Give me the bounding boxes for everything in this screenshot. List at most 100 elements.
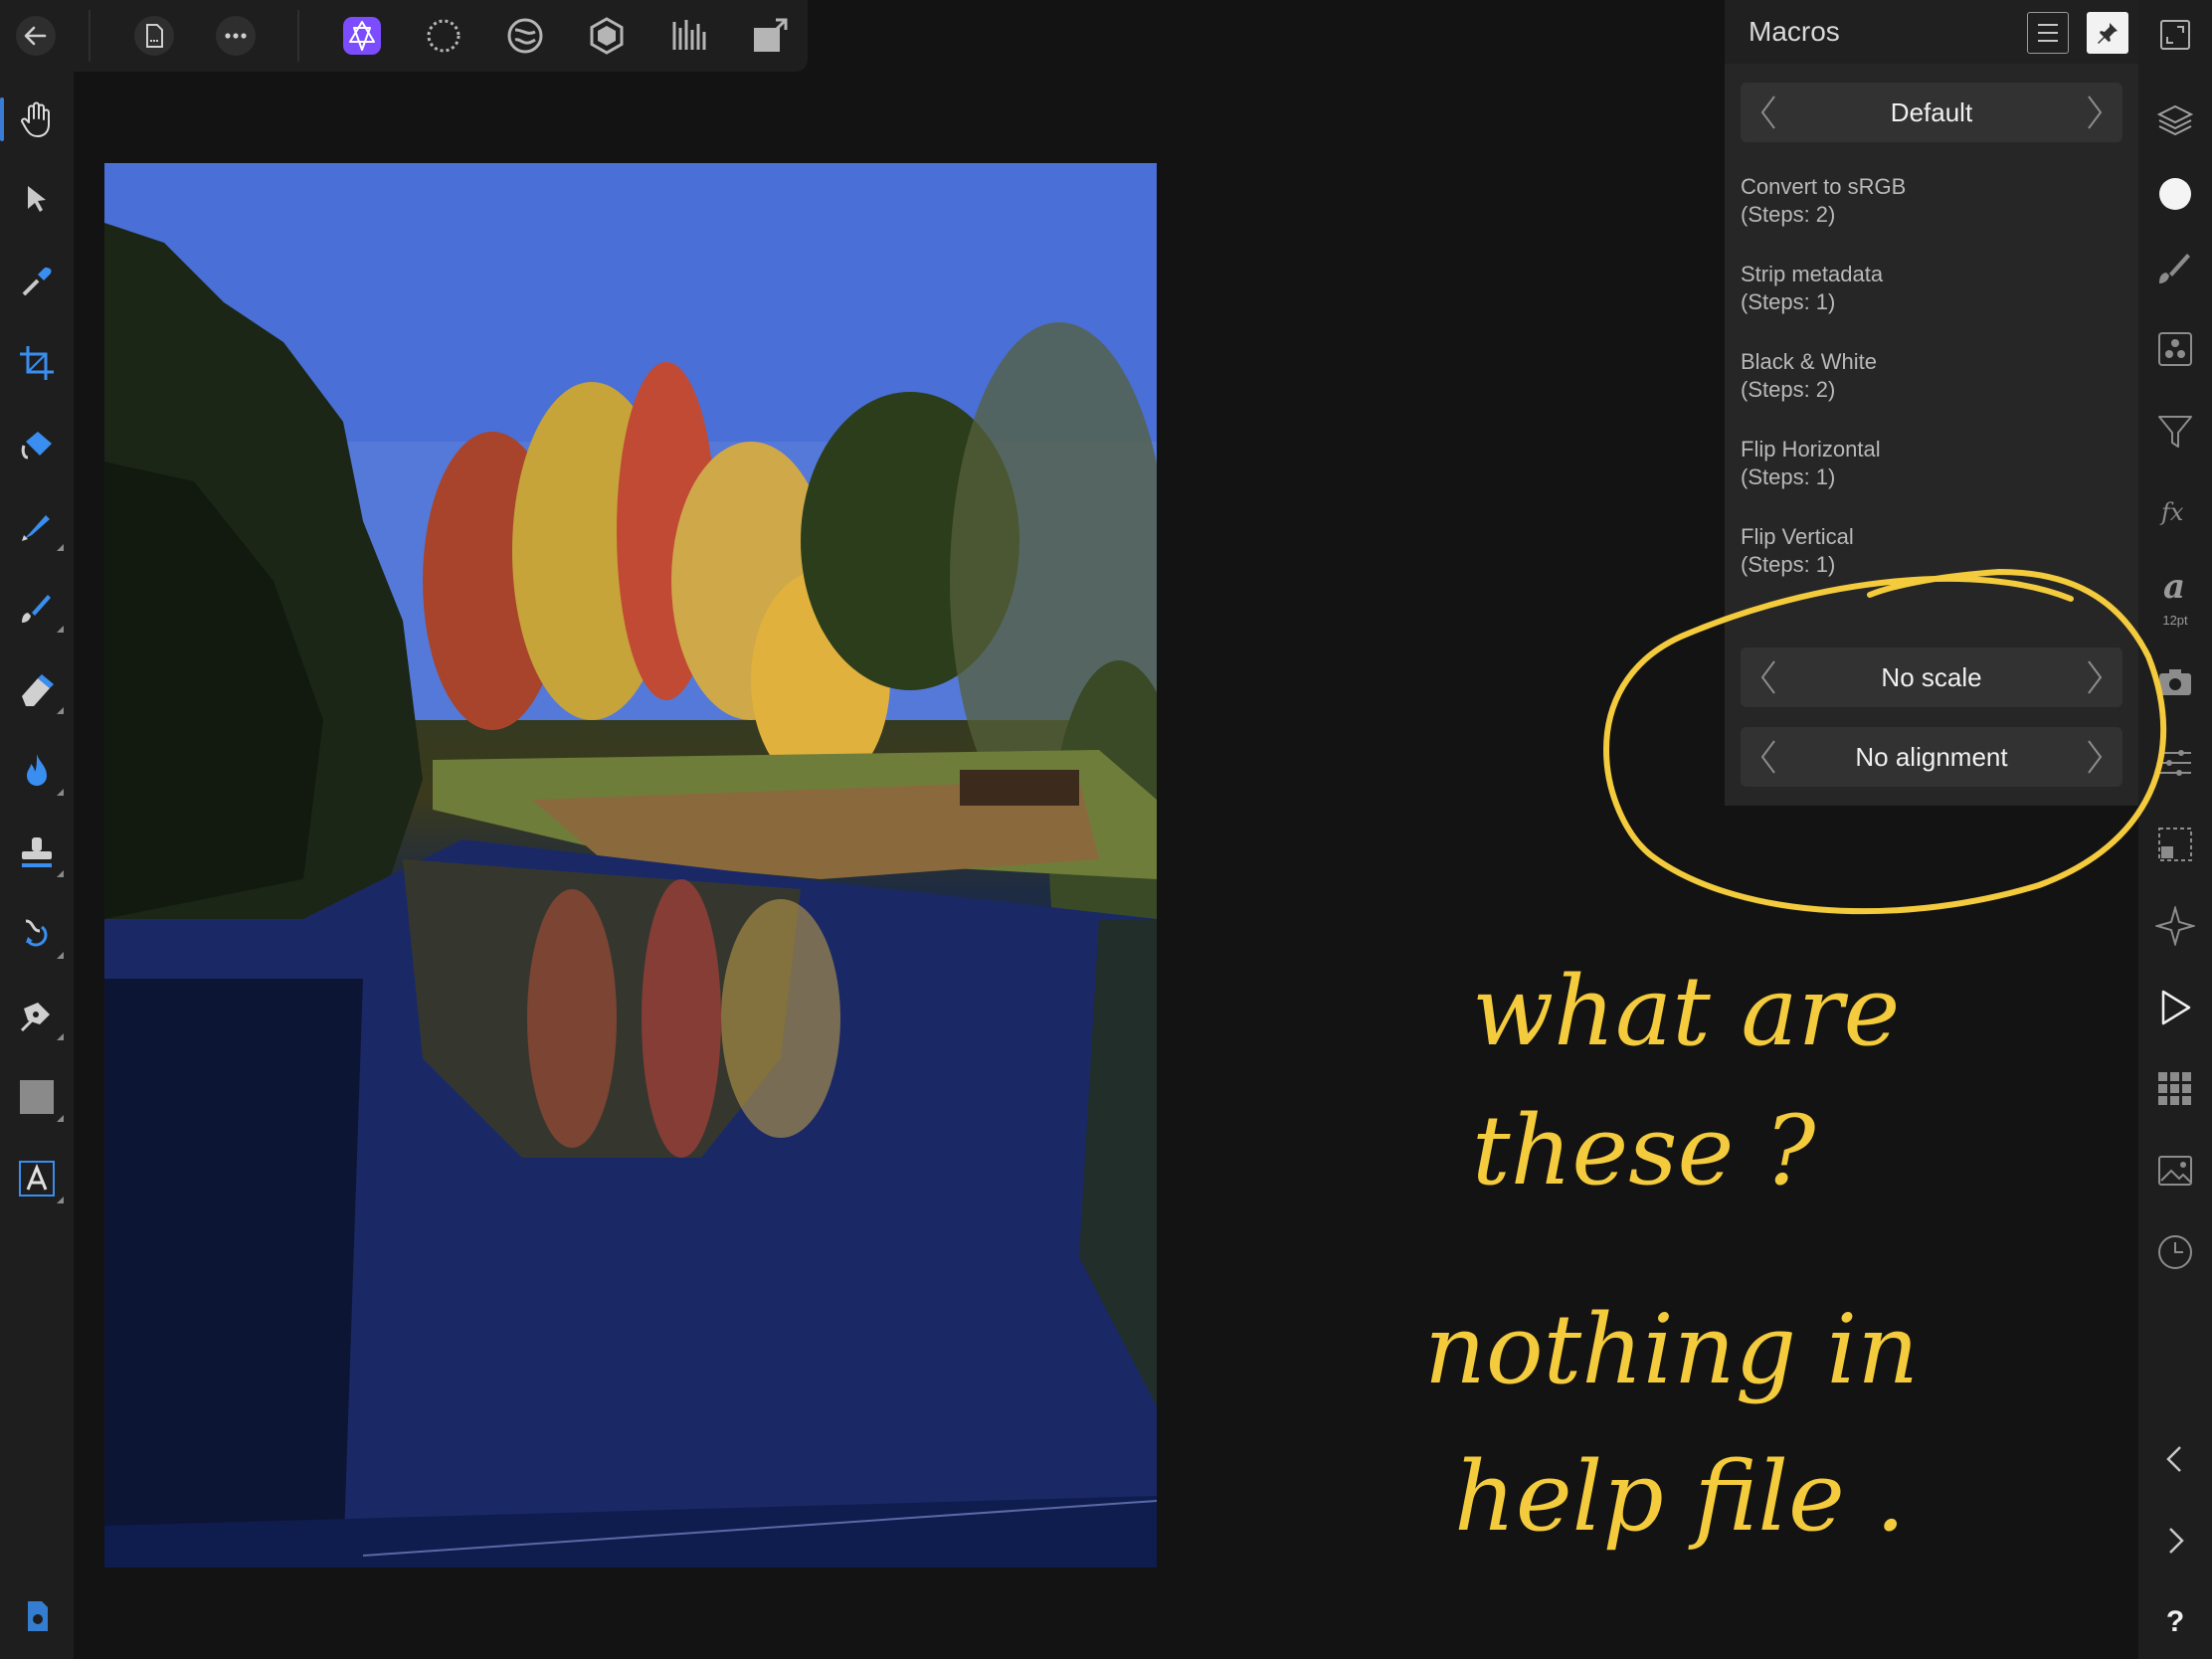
annotation-line: these ? — [1472, 1095, 1816, 1206]
rectangle-tool[interactable] — [8, 1068, 66, 1126]
develop-persona-button[interactable] — [583, 12, 631, 60]
library-studio-button[interactable] — [2148, 1062, 2202, 1116]
macro-item[interactable]: Black & White (Steps: 2) — [1741, 348, 2122, 404]
tone-mapping-persona-button[interactable] — [664, 12, 712, 60]
photo-persona-button[interactable] — [338, 12, 386, 60]
move-tool[interactable] — [8, 171, 66, 229]
pin-panel-button[interactable] — [2087, 12, 2128, 54]
layers-studio-button[interactable] — [2148, 93, 2202, 147]
clone-stamp-icon — [22, 837, 52, 867]
panel-title: Macros — [1749, 16, 1840, 47]
burn-tool[interactable] — [8, 742, 66, 800]
flood-fill-tool[interactable] — [8, 416, 66, 473]
eraser-icon — [22, 674, 54, 706]
previous-library-button[interactable] — [1745, 83, 1792, 142]
submenu-indicator — [57, 952, 64, 959]
move-icon — [28, 186, 46, 212]
hamburger-icon — [2038, 24, 2058, 42]
pen-tool[interactable] — [8, 987, 66, 1044]
paint-brush-icon — [22, 595, 51, 623]
liquify-persona-icon — [507, 18, 543, 54]
next-library-button[interactable] — [2071, 83, 2119, 142]
navigator-studio-button[interactable] — [2148, 899, 2202, 953]
export-persona-button[interactable] — [746, 12, 794, 60]
paint-brush-tool[interactable] — [8, 579, 66, 637]
scale-option: No scale — [1881, 662, 1982, 692]
collapse-studio-left-button[interactable] — [2148, 1432, 2202, 1486]
camera-icon — [2159, 669, 2191, 695]
history-studio-button[interactable] — [2148, 1225, 2202, 1279]
clock-icon — [2158, 1235, 2192, 1269]
collapse-studio-right-button[interactable] — [2148, 1514, 2202, 1567]
submenu-indicator — [57, 870, 64, 877]
next-alignment-button[interactable] — [2071, 727, 2119, 787]
selection-brush-icon — [22, 515, 50, 541]
color-picker-tool[interactable] — [8, 253, 66, 310]
panel-menu-button[interactable] — [2027, 12, 2069, 54]
macro-item[interactable]: Convert to sRGB (Steps: 2) — [1741, 173, 2122, 229]
erase-brush-tool[interactable] — [8, 660, 66, 718]
previous-alignment-button[interactable] — [1745, 727, 1792, 787]
document-button[interactable] — [130, 12, 178, 60]
panel-header: Macros — [1725, 0, 2138, 64]
rectangle-shape-icon — [20, 1080, 54, 1114]
play-icon — [2161, 990, 2191, 1025]
macro-steps: (Steps: 2) — [1741, 202, 1836, 227]
back-button[interactable] — [12, 12, 60, 60]
image-icon — [2158, 1156, 2192, 1186]
submenu-indicator — [57, 1115, 64, 1122]
selection-brush-tool[interactable] — [8, 497, 66, 555]
macro-item[interactable]: Strip metadata (Steps: 1) — [1741, 261, 2122, 316]
fx-icon: fx — [2159, 498, 2184, 526]
effects-studio-button[interactable]: fx — [2148, 485, 2202, 539]
macro-item[interactable]: Flip Vertical (Steps: 1) — [1741, 523, 2122, 579]
chevron-right-icon — [2088, 95, 2103, 129]
export-persona-icon — [754, 18, 788, 52]
chevron-left-icon — [1760, 740, 1775, 774]
macro-item[interactable]: Flip Horizontal (Steps: 1) — [1741, 436, 2122, 491]
help-button[interactable]: ? — [2148, 1595, 2202, 1649]
context-toolbar-button[interactable] — [8, 1587, 66, 1645]
more-button[interactable] — [212, 12, 260, 60]
adjustments-studio-button[interactable] — [2148, 736, 2202, 790]
hand-icon — [21, 101, 50, 137]
navigator-compass-icon — [2155, 906, 2195, 946]
photo-persona-icon — [343, 17, 381, 55]
clone-tool[interactable] — [8, 824, 66, 881]
macro-name: Black & White — [1741, 349, 1877, 374]
crop-tool[interactable] — [8, 334, 66, 392]
toolbar-divider — [89, 10, 91, 62]
macro-library-selector[interactable]: Default — [1741, 83, 2122, 142]
next-scale-button[interactable] — [2071, 647, 2119, 707]
submenu-indicator — [57, 1197, 64, 1203]
alignment-selector[interactable]: No alignment — [1741, 727, 2122, 787]
document-canvas-image[interactable] — [104, 163, 1157, 1567]
colour-studio-button[interactable] — [2148, 167, 2202, 221]
transform-studio-button[interactable] — [2148, 818, 2202, 871]
scale-selector[interactable]: No scale — [1741, 647, 2122, 707]
selection-persona-button[interactable] — [420, 12, 467, 60]
submenu-indicator — [57, 707, 64, 714]
library-name: Default — [1890, 97, 1973, 127]
chevron-right-icon — [2169, 1528, 2184, 1554]
artistic-text-tool[interactable] — [8, 1150, 66, 1207]
healing-tool[interactable] — [8, 905, 66, 963]
hand-tool[interactable] — [8, 91, 66, 148]
previous-scale-button[interactable] — [1745, 647, 1792, 707]
liquify-persona-button[interactable] — [501, 12, 549, 60]
camera-studio-button[interactable] — [2148, 656, 2202, 710]
chevron-right-icon — [2088, 660, 2103, 694]
stock-studio-button[interactable] — [2148, 1144, 2202, 1198]
channels-studio-button[interactable] — [2148, 322, 2202, 376]
develop-persona-icon — [590, 17, 624, 55]
filters-studio-button[interactable] — [2148, 404, 2202, 458]
annotation-line: what are — [1472, 956, 1900, 1067]
brushes-studio-button[interactable] — [2148, 241, 2202, 294]
macros-studio-button[interactable] — [2148, 981, 2202, 1034]
more-icon — [216, 16, 256, 56]
text-styles-studio-button[interactable]: a — [2148, 559, 2202, 613]
text-style-icon: a — [2163, 567, 2185, 606]
chevron-right-icon — [2088, 740, 2103, 774]
color-picker-icon — [22, 267, 52, 296]
toggle-fullscreen-button[interactable] — [2148, 8, 2202, 62]
